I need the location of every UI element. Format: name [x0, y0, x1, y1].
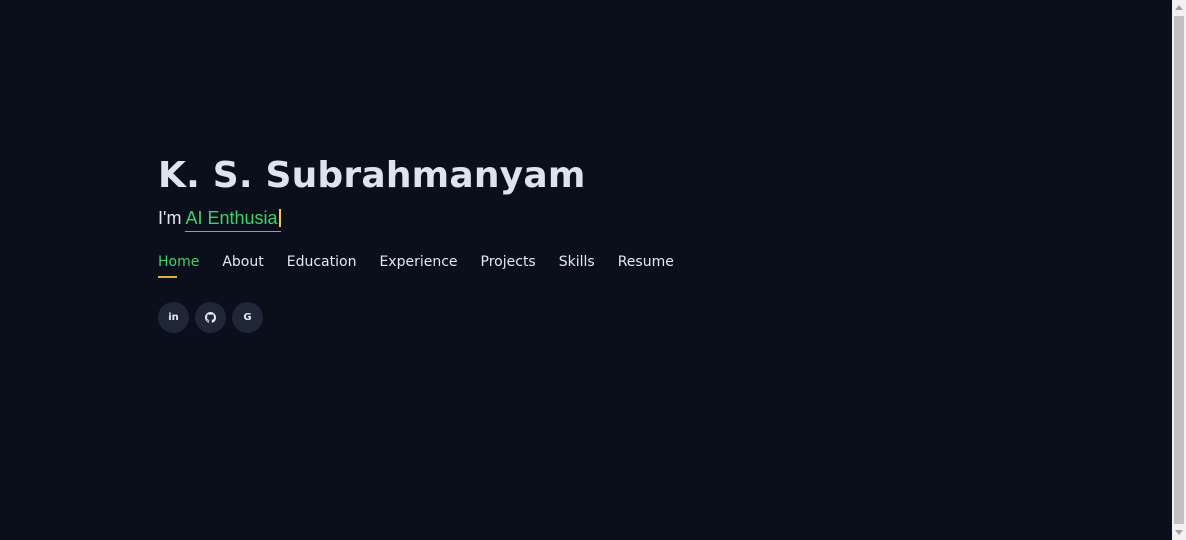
- google-icon: G: [243, 312, 252, 323]
- main-nav: Home About Education Experience Projects…: [158, 252, 697, 278]
- vertical-scrollbar[interactable]: [1172, 0, 1186, 540]
- linkedin-icon: in: [168, 312, 179, 323]
- nav-item-resume[interactable]: Resume: [618, 252, 674, 278]
- hero-section: K. S. Subrahmanyam I'm AI Enthusia Home …: [158, 150, 697, 333]
- nav-item-education[interactable]: Education: [287, 252, 357, 278]
- hero-name: K. S. Subrahmanyam: [158, 155, 586, 196]
- social-links: in G: [158, 302, 697, 333]
- scrollbar-thumb[interactable]: [1174, 16, 1184, 524]
- typed-role-text: AI Enthusia: [185, 208, 281, 232]
- google-button[interactable]: G: [232, 302, 263, 333]
- nav-item-projects[interactable]: Projects: [481, 252, 536, 278]
- nav-item-experience[interactable]: Experience: [379, 252, 457, 278]
- github-icon: [205, 312, 216, 323]
- nav-item-about[interactable]: About: [222, 252, 263, 278]
- nav-item-home[interactable]: Home: [158, 252, 199, 278]
- linkedin-button[interactable]: in: [158, 302, 189, 333]
- nav-item-skills[interactable]: Skills: [559, 252, 595, 278]
- portfolio-page: K. S. Subrahmanyam I'm AI Enthusia Home …: [0, 0, 1186, 540]
- scroll-up-arrow-icon[interactable]: [1175, 5, 1183, 10]
- scroll-down-arrow-icon[interactable]: [1175, 530, 1183, 535]
- typing-cursor: [278, 209, 281, 227]
- hero-tagline: I'm AI Enthusia: [158, 206, 697, 232]
- typed-role-value: AI Enthusia: [185, 208, 278, 228]
- tagline-prefix: I'm: [158, 208, 186, 228]
- github-button[interactable]: [195, 302, 226, 333]
